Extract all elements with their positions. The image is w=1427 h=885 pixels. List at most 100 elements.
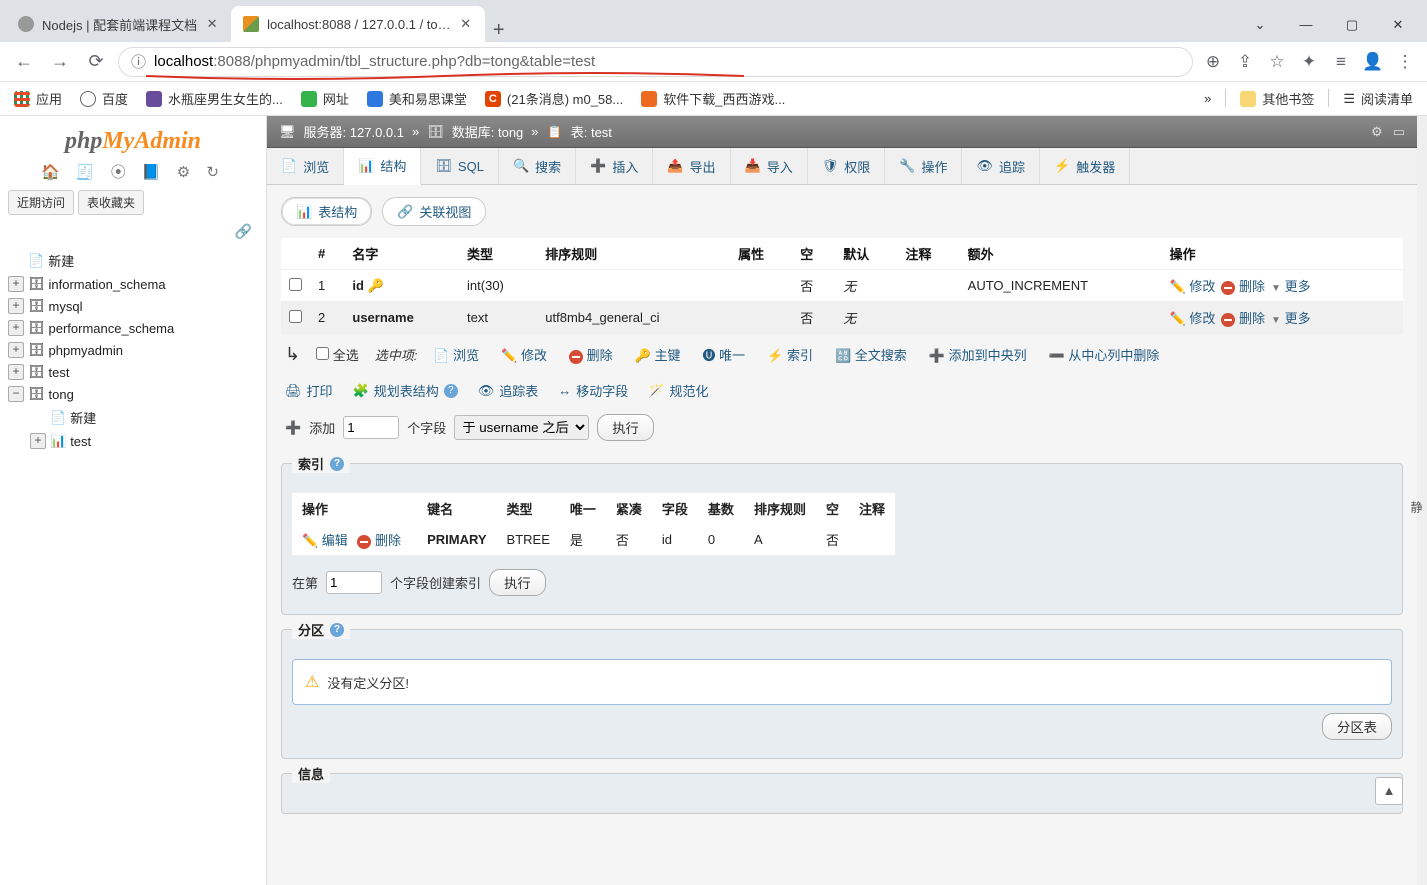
add-go-button[interactable]: 执行 xyxy=(597,414,654,441)
menu-icon[interactable]: ⋮ xyxy=(1393,52,1417,72)
extensions-icon[interactable]: ✦ xyxy=(1297,52,1321,72)
row-delete[interactable]: 删除 xyxy=(1221,311,1265,326)
reading-list[interactable]: ☰阅读清单 xyxy=(1339,89,1417,108)
main-tab-搜索[interactable]: 🔍搜索 xyxy=(499,148,576,184)
subtab-structure[interactable]: 📊表结构 xyxy=(281,197,372,226)
row-more[interactable]: ▼ 更多 xyxy=(1271,311,1311,326)
main-tab-插入[interactable]: ➕插入 xyxy=(576,148,653,184)
site-icon xyxy=(146,91,162,107)
tree-db-open[interactable]: −🗄tong xyxy=(8,383,258,405)
tree-new[interactable]: 📄新建 xyxy=(8,248,258,273)
new-tab-button[interactable]: + xyxy=(485,19,513,42)
action-remove-central[interactable]: ➖ 从中心列中删除 xyxy=(1049,345,1160,364)
bookmark-item[interactable]: 百度 xyxy=(76,89,132,108)
action-edit[interactable]: ✏️ 修改 xyxy=(501,345,547,364)
tab-caret-icon[interactable]: ⌄ xyxy=(1237,8,1283,42)
main-tab-权限[interactable]: 🛡权限 xyxy=(808,148,886,184)
tree-db[interactable]: +🗄test xyxy=(8,361,258,383)
print-link[interactable]: 🖨 打印 xyxy=(285,381,333,400)
star-icon[interactable]: ☆ xyxy=(1265,52,1289,72)
tree-table[interactable]: +📊test xyxy=(30,430,258,452)
reload-button[interactable]: ⟳ xyxy=(82,48,110,76)
bookmark-apps[interactable]: 应用 xyxy=(10,89,66,108)
partition-button[interactable]: 分区表 xyxy=(1322,713,1392,740)
other-bookmarks[interactable]: 其他书签 xyxy=(1236,89,1318,108)
row-checkbox[interactable] xyxy=(289,310,302,323)
action-primary[interactable]: 🔑 主键 xyxy=(635,345,681,364)
bookmark-item[interactable]: 网址 xyxy=(297,89,353,108)
back-button[interactable]: ← xyxy=(10,48,38,76)
bookmark-item[interactable]: 美和易思课堂 xyxy=(363,89,471,108)
recent-tab[interactable]: 近期访问 xyxy=(8,190,74,215)
close-icon[interactable]: ✕ xyxy=(205,16,219,32)
tree-new-table[interactable]: 📄新建 xyxy=(30,405,258,430)
zoom-icon[interactable]: ⊕ xyxy=(1201,52,1225,72)
logo[interactable]: phpMyAdmin xyxy=(8,128,258,155)
main-tab-追踪[interactable]: 👁追踪 xyxy=(962,148,1040,184)
action-index[interactable]: ⚡ 索引 xyxy=(767,345,813,364)
move-link[interactable]: ↔ 移动字段 xyxy=(558,381,628,400)
main-tab-浏览[interactable]: 📄浏览 xyxy=(267,148,344,184)
link-icon[interactable]: 🔗 xyxy=(8,223,258,240)
select-all[interactable]: 全选 xyxy=(316,345,359,364)
row-edit[interactable]: ✏️ 修改 xyxy=(1170,311,1216,326)
scroll-top-button[interactable]: ▲ xyxy=(1375,777,1403,805)
help-icon[interactable]: ? xyxy=(444,384,458,398)
tree-db[interactable]: +🗄phpmyadmin xyxy=(8,339,258,361)
address-bar[interactable]: ⓘ localhost:8088/phpmyadmin/tbl_structur… xyxy=(118,47,1193,77)
row-more[interactable]: ▼ 更多 xyxy=(1271,279,1311,294)
close-window-button[interactable]: ✕ xyxy=(1375,8,1421,42)
browser-tab-1[interactable]: localhost:8088 / 127.0.0.1 / to… ✕ xyxy=(231,6,485,42)
create-index-go-button[interactable]: 执行 xyxy=(489,569,546,596)
analyze-link[interactable]: 🧩 规划表结构 ? xyxy=(353,381,458,400)
share-icon[interactable]: ⇪ xyxy=(1233,52,1257,72)
action-browse[interactable]: 📄 浏览 xyxy=(433,345,479,364)
tab-icon: 🗄 xyxy=(435,158,452,174)
main-tab-操作[interactable]: 🔧操作 xyxy=(885,148,962,184)
bookmark-item[interactable]: 软件下载_西西游戏... xyxy=(637,89,789,108)
row-edit[interactable]: ✏️ 修改 xyxy=(1170,279,1216,294)
main-tab-触发器[interactable]: ⚡触发器 xyxy=(1040,148,1130,184)
create-index-count-input[interactable] xyxy=(326,571,382,594)
sidebar-toolbar[interactable]: 🏠 🧾 ⦿ 📘 ⚙ ↻ xyxy=(8,161,258,182)
reader-icon[interactable]: ≡ xyxy=(1329,52,1353,72)
site-info-icon[interactable]: ⓘ xyxy=(131,51,146,72)
favorites-tab[interactable]: 表收藏夹 xyxy=(78,190,144,215)
col-header: 空 xyxy=(792,238,835,270)
main-tab-SQL[interactable]: 🗄SQL xyxy=(421,148,499,184)
profile-icon[interactable]: 👤 xyxy=(1361,52,1385,72)
row-checkbox[interactable] xyxy=(289,278,302,291)
gear-icon[interactable]: ⚙ xyxy=(1371,124,1383,140)
add-position-select[interactable]: 于 username 之后 xyxy=(454,415,589,440)
main-tab-导入[interactable]: 📥导入 xyxy=(731,148,808,184)
tree-db[interactable]: +🗄mysql xyxy=(8,295,258,317)
browser-tab-0[interactable]: Nodejs | 配套前端课程文档 ✕ xyxy=(6,6,231,42)
action-add-central[interactable]: ➕ 添加到中央列 xyxy=(929,345,1027,364)
maximize-button[interactable]: ▢ xyxy=(1329,8,1375,42)
forward-button[interactable]: → xyxy=(46,48,74,76)
help-icon[interactable]: ? xyxy=(330,623,344,637)
side-hint: 静 xyxy=(1408,501,1425,513)
main-tab-结构[interactable]: 📊结构 xyxy=(344,148,421,185)
track-link[interactable]: 👁 追踪表 xyxy=(478,381,539,400)
action-fulltext[interactable]: 🔠 全文搜索 xyxy=(835,345,907,364)
minimize-button[interactable]: — xyxy=(1283,8,1329,42)
normalize-link[interactable]: 🪄 规范化 xyxy=(648,381,708,400)
index-fieldset: 索引 ? 操作键名类型唯一紧凑字段基数排序规则空注释 ✏️ 编辑 删除PRIMA… xyxy=(281,463,1403,615)
bookmark-item[interactable]: C(21条消息) m0_58... xyxy=(481,89,627,108)
subtab-relation[interactable]: 🔗关联视图 xyxy=(382,197,486,226)
help-icon[interactable]: ? xyxy=(330,457,344,471)
close-icon[interactable]: ✕ xyxy=(459,16,473,32)
collapse-icon[interactable]: ▭ xyxy=(1393,124,1405,140)
main-tab-导出[interactable]: 📤导出 xyxy=(653,148,730,184)
index-edit[interactable]: ✏️ 编辑 xyxy=(302,533,348,548)
action-delete[interactable]: 删除 xyxy=(569,345,613,364)
bookmark-item[interactable]: 水瓶座男生女生的... xyxy=(142,89,287,108)
add-count-input[interactable] xyxy=(343,416,399,439)
tree-db[interactable]: +🗄performance_schema xyxy=(8,317,258,339)
action-unique[interactable]: 🅤 唯一 xyxy=(702,345,745,364)
bookmark-overflow[interactable]: » xyxy=(1200,89,1215,108)
tree-db[interactable]: +🗄information_schema xyxy=(8,273,258,295)
index-delete[interactable]: 删除 xyxy=(357,533,401,548)
row-delete[interactable]: 删除 xyxy=(1221,279,1265,294)
